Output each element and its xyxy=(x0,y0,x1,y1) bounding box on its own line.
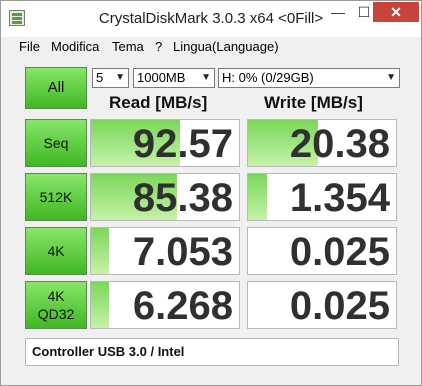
512k-read-result: 85.38 xyxy=(90,173,240,221)
write-header: Write [MB/s] xyxy=(264,93,363,112)
write-value: 0.025 xyxy=(289,284,390,328)
chevron-down-icon: ▼ xyxy=(115,72,125,83)
menu-file[interactable]: File xyxy=(19,39,40,54)
read-value: 85.38 xyxy=(132,176,233,220)
write-value: 20.38 xyxy=(289,122,390,166)
test-count-select[interactable]: 5 ▼ xyxy=(92,68,129,88)
test-label: 4K xyxy=(47,243,65,259)
read-value: 6.268 xyxy=(132,284,233,328)
write-value: 1.354 xyxy=(289,176,390,220)
test-label: 4K xyxy=(47,288,65,304)
menu-modifica[interactable]: Modifica xyxy=(51,39,99,54)
read-level-bar xyxy=(91,282,109,328)
test-label: Seq xyxy=(43,135,69,151)
512k-test-button[interactable]: 512K xyxy=(25,173,87,221)
4k-qd32-read-result: 6.268 xyxy=(90,281,240,329)
write-level-bar xyxy=(248,174,268,220)
drive-value: H: 0% (0/29GB) xyxy=(222,70,314,85)
512k-write-result: 1.354 xyxy=(247,173,397,221)
menu-tema[interactable]: Tema xyxy=(112,39,144,54)
read-header: Read [MB/s] xyxy=(109,93,208,112)
test-count-value: 5 xyxy=(96,70,104,85)
test-label-qd: QD32 xyxy=(37,306,75,322)
menu-language[interactable]: Lingua(Language) xyxy=(173,39,279,54)
seq-write-result: 20.38 xyxy=(247,119,397,167)
4k-write-result: 0.025 xyxy=(247,227,397,275)
app-window: CrystalDiskMark 3.0.3 x64 <0Fill> — ☐ ✕ … xyxy=(0,0,422,386)
4k-test-button[interactable]: 4K xyxy=(25,227,87,275)
seq-read-result: 92.57 xyxy=(90,119,240,167)
menu-bar: File Modifica Tema ? Lingua(Language) xyxy=(1,37,421,57)
drive-select[interactable]: H: 0% (0/29GB) ▼ xyxy=(218,68,400,88)
run-all-button[interactable]: All xyxy=(25,67,87,109)
test-size-select[interactable]: 1000MB ▼ xyxy=(133,68,215,88)
read-value: 92.57 xyxy=(132,122,233,166)
chevron-down-icon: ▼ xyxy=(386,72,396,83)
status-comment-field[interactable]: Controller USB 3.0 / Intel xyxy=(25,338,399,366)
chevron-down-icon: ▼ xyxy=(201,72,211,83)
read-level-bar xyxy=(91,228,109,274)
4k-read-result: 7.053 xyxy=(90,227,240,275)
minimize-icon[interactable]: — xyxy=(325,2,351,22)
4k-qd32-write-result: 0.025 xyxy=(247,281,397,329)
4k-qd32-test-button[interactable]: 4K QD32 xyxy=(25,281,87,329)
test-size-value: 1000MB xyxy=(137,70,186,85)
close-icon[interactable]: ✕ xyxy=(373,2,419,22)
write-value: 0.025 xyxy=(289,230,390,274)
menu-help[interactable]: ? xyxy=(155,39,162,54)
title-bar[interactable]: CrystalDiskMark 3.0.3 x64 <0Fill> — ☐ ✕ xyxy=(1,1,421,37)
test-label: 512K xyxy=(39,189,73,205)
seq-test-button[interactable]: Seq xyxy=(25,119,87,167)
read-value: 7.053 xyxy=(132,230,233,274)
